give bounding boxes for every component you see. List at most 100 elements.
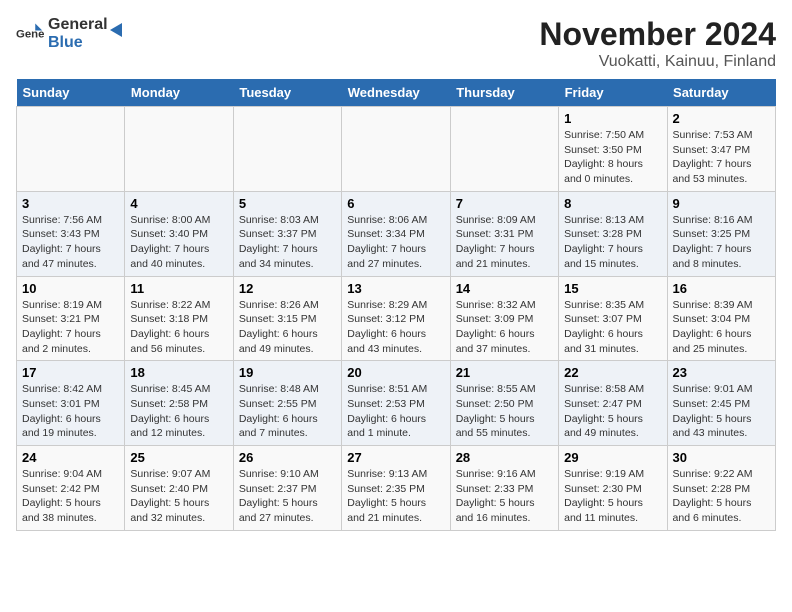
day-number: 17 — [22, 365, 119, 380]
weekday-header-friday: Friday — [559, 79, 667, 107]
day-number: 21 — [456, 365, 553, 380]
calendar-cell-week0-day2 — [233, 107, 341, 192]
day-detail: Sunrise: 8:29 AM Sunset: 3:12 PM Dayligh… — [347, 298, 444, 357]
weekday-header-tuesday: Tuesday — [233, 79, 341, 107]
day-number: 25 — [130, 450, 227, 465]
calendar-cell-week2-day5: 15Sunrise: 8:35 AM Sunset: 3:07 PM Dayli… — [559, 276, 667, 361]
calendar-cell-week0-day3 — [342, 107, 450, 192]
calendar-cell-week4-day6: 30 Sunrise: 9:22 AM Sunset: 2:28 PM Dayli… — [667, 446, 775, 531]
calendar-cell-week2-day6: 16 Sunrise: 8:39 AM Sunset: 3:04 PM Dayli… — [667, 276, 775, 361]
calendar-table: SundayMondayTuesdayWednesdayThursdayFrid… — [16, 79, 776, 531]
day-detail: Sunrise: 8:55 AM Sunset: 2:50 PM Dayligh… — [456, 382, 553, 441]
day-detail: Sunrise: 8:13 AM Sunset: 3:28 PM Dayligh… — [564, 213, 661, 272]
day-number: 26 — [239, 450, 336, 465]
day-detail: Sunrise: 8:06 AM Sunset: 3:34 PM Dayligh… — [347, 213, 444, 272]
calendar-cell-week1-day1: 4 Sunrise: 8:00 AM Sunset: 3:40 PM Daylig… — [125, 191, 233, 276]
day-detail: Sunrise: 8:51 AM Sunset: 2:53 PM Dayligh… — [347, 382, 444, 441]
calendar-cell-week0-day1 — [125, 107, 233, 192]
day-detail: Sunrise: 7:50 AM Sunset: 3:50 PM Dayligh… — [564, 128, 661, 187]
day-detail: Sunrise: 8:32 AM Sunset: 3:09 PM Dayligh… — [456, 298, 553, 357]
calendar-cell-week2-day1: 11Sunrise: 8:22 AM Sunset: 3:18 PM Dayli… — [125, 276, 233, 361]
calendar-cell-week4-day5: 29 Sunrise: 9:19 AM Sunset: 2:30 PM Dayli… — [559, 446, 667, 531]
calendar-title: November 2024 — [539, 16, 776, 53]
day-number: 6 — [347, 196, 444, 211]
day-number: 12 — [239, 281, 336, 296]
calendar-cell-week1-day6: 9 Sunrise: 8:16 AM Sunset: 3:25 PM Daylig… — [667, 191, 775, 276]
day-number: 11 — [130, 281, 227, 296]
weekday-header-thursday: Thursday — [450, 79, 558, 107]
calendar-cell-week3-day6: 23 Sunrise: 9:01 AM Sunset: 2:45 PM Dayli… — [667, 361, 775, 446]
calendar-cell-week3-day0: 17 Sunrise: 8:42 AM Sunset: 3:01 PM Dayli… — [17, 361, 125, 446]
day-number: 23 — [673, 365, 770, 380]
day-number: 7 — [456, 196, 553, 211]
calendar-week-row-0: 1 Sunrise: 7:50 AM Sunset: 3:50 PM Daylig… — [17, 107, 776, 192]
day-number: 13 — [347, 281, 444, 296]
day-detail: Sunrise: 9:19 AM Sunset: 2:30 PM Dayligh… — [564, 467, 661, 526]
day-number: 22 — [564, 365, 661, 380]
day-detail: Sunrise: 8:39 AM Sunset: 3:04 PM Dayligh… — [673, 298, 770, 357]
calendar-cell-week1-day0: 3 Sunrise: 7:56 AM Sunset: 3:43 PM Daylig… — [17, 191, 125, 276]
day-number: 28 — [456, 450, 553, 465]
day-number: 30 — [673, 450, 770, 465]
calendar-cell-week2-day2: 12 Sunrise: 8:26 AM Sunset: 3:15 PM Dayli… — [233, 276, 341, 361]
calendar-cell-week3-day3: 20Sunrise: 8:51 AM Sunset: 2:53 PM Dayli… — [342, 361, 450, 446]
weekday-header-saturday: Saturday — [667, 79, 775, 107]
day-detail: Sunrise: 9:01 AM Sunset: 2:45 PM Dayligh… — [673, 382, 770, 441]
calendar-cell-week0-day6: 2 Sunrise: 7:53 AM Sunset: 3:47 PM Daylig… — [667, 107, 775, 192]
calendar-cell-week0-day0 — [17, 107, 125, 192]
day-detail: Sunrise: 9:07 AM Sunset: 2:40 PM Dayligh… — [130, 467, 227, 526]
logo-icon: General — [16, 20, 44, 48]
day-number: 1 — [564, 111, 661, 126]
calendar-cell-week1-day3: 6 Sunrise: 8:06 AM Sunset: 3:34 PM Daylig… — [342, 191, 450, 276]
logo: General General Blue — [16, 16, 126, 51]
day-number: 16 — [673, 281, 770, 296]
day-detail: Sunrise: 9:04 AM Sunset: 2:42 PM Dayligh… — [22, 467, 119, 526]
day-detail: Sunrise: 9:10 AM Sunset: 2:37 PM Dayligh… — [239, 467, 336, 526]
day-detail: Sunrise: 8:00 AM Sunset: 3:40 PM Dayligh… — [130, 213, 227, 272]
day-number: 2 — [673, 111, 770, 126]
calendar-cell-week4-day1: 25 Sunrise: 9:07 AM Sunset: 2:40 PM Dayli… — [125, 446, 233, 531]
title-block: November 2024 Vuokatti, Kainuu, Finland — [539, 16, 776, 71]
day-detail: Sunrise: 8:26 AM Sunset: 3:15 PM Dayligh… — [239, 298, 336, 357]
calendar-cell-week4-day4: 28 Sunrise: 9:16 AM Sunset: 2:33 PM Dayli… — [450, 446, 558, 531]
day-detail: Sunrise: 8:09 AM Sunset: 3:31 PM Dayligh… — [456, 213, 553, 272]
day-detail: Sunrise: 8:42 AM Sunset: 3:01 PM Dayligh… — [22, 382, 119, 441]
calendar-cell-week1-day2: 5 Sunrise: 8:03 AM Sunset: 3:37 PM Daylig… — [233, 191, 341, 276]
day-detail: Sunrise: 7:53 AM Sunset: 3:47 PM Dayligh… — [673, 128, 770, 187]
day-detail: Sunrise: 8:58 AM Sunset: 2:47 PM Dayligh… — [564, 382, 661, 441]
day-number: 10 — [22, 281, 119, 296]
calendar-cell-week4-day2: 26 Sunrise: 9:10 AM Sunset: 2:37 PM Dayli… — [233, 446, 341, 531]
calendar-cell-week0-day4 — [450, 107, 558, 192]
day-detail: Sunrise: 9:22 AM Sunset: 2:28 PM Dayligh… — [673, 467, 770, 526]
day-number: 8 — [564, 196, 661, 211]
day-number: 19 — [239, 365, 336, 380]
day-number: 24 — [22, 450, 119, 465]
day-number: 4 — [130, 196, 227, 211]
day-number: 18 — [130, 365, 227, 380]
day-number: 3 — [22, 196, 119, 211]
page-header: General General Blue November 2024 Vuoka… — [16, 16, 776, 71]
weekday-header-sunday: Sunday — [17, 79, 125, 107]
calendar-cell-week1-day5: 8 Sunrise: 8:13 AM Sunset: 3:28 PM Daylig… — [559, 191, 667, 276]
day-detail: Sunrise: 8:16 AM Sunset: 3:25 PM Dayligh… — [673, 213, 770, 272]
day-detail: Sunrise: 9:16 AM Sunset: 2:33 PM Dayligh… — [456, 467, 553, 526]
day-detail: Sunrise: 8:19 AM Sunset: 3:21 PM Dayligh… — [22, 298, 119, 357]
day-detail: Sunrise: 8:03 AM Sunset: 3:37 PM Dayligh… — [239, 213, 336, 272]
day-number: 29 — [564, 450, 661, 465]
day-number: 14 — [456, 281, 553, 296]
calendar-cell-week3-day1: 18 Sunrise: 8:45 AM Sunset: 2:58 PM Dayli… — [125, 361, 233, 446]
day-detail: Sunrise: 9:13 AM Sunset: 2:35 PM Dayligh… — [347, 467, 444, 526]
day-number: 27 — [347, 450, 444, 465]
calendar-cell-week4-day3: 27 Sunrise: 9:13 AM Sunset: 2:35 PM Dayli… — [342, 446, 450, 531]
day-number: 9 — [673, 196, 770, 211]
day-number: 15 — [564, 281, 661, 296]
day-detail: Sunrise: 7:56 AM Sunset: 3:43 PM Dayligh… — [22, 213, 119, 272]
weekday-header-monday: Monday — [125, 79, 233, 107]
day-number: 5 — [239, 196, 336, 211]
logo-arrow-icon — [104, 19, 126, 41]
calendar-week-row-1: 3 Sunrise: 7:56 AM Sunset: 3:43 PM Daylig… — [17, 191, 776, 276]
day-detail: Sunrise: 8:48 AM Sunset: 2:55 PM Dayligh… — [239, 382, 336, 441]
calendar-cell-week2-day4: 14 Sunrise: 8:32 AM Sunset: 3:09 PM Dayli… — [450, 276, 558, 361]
day-detail: Sunrise: 8:45 AM Sunset: 2:58 PM Dayligh… — [130, 382, 227, 441]
calendar-cell-week2-day3: 13 Sunrise: 8:29 AM Sunset: 3:12 PM Dayli… — [342, 276, 450, 361]
